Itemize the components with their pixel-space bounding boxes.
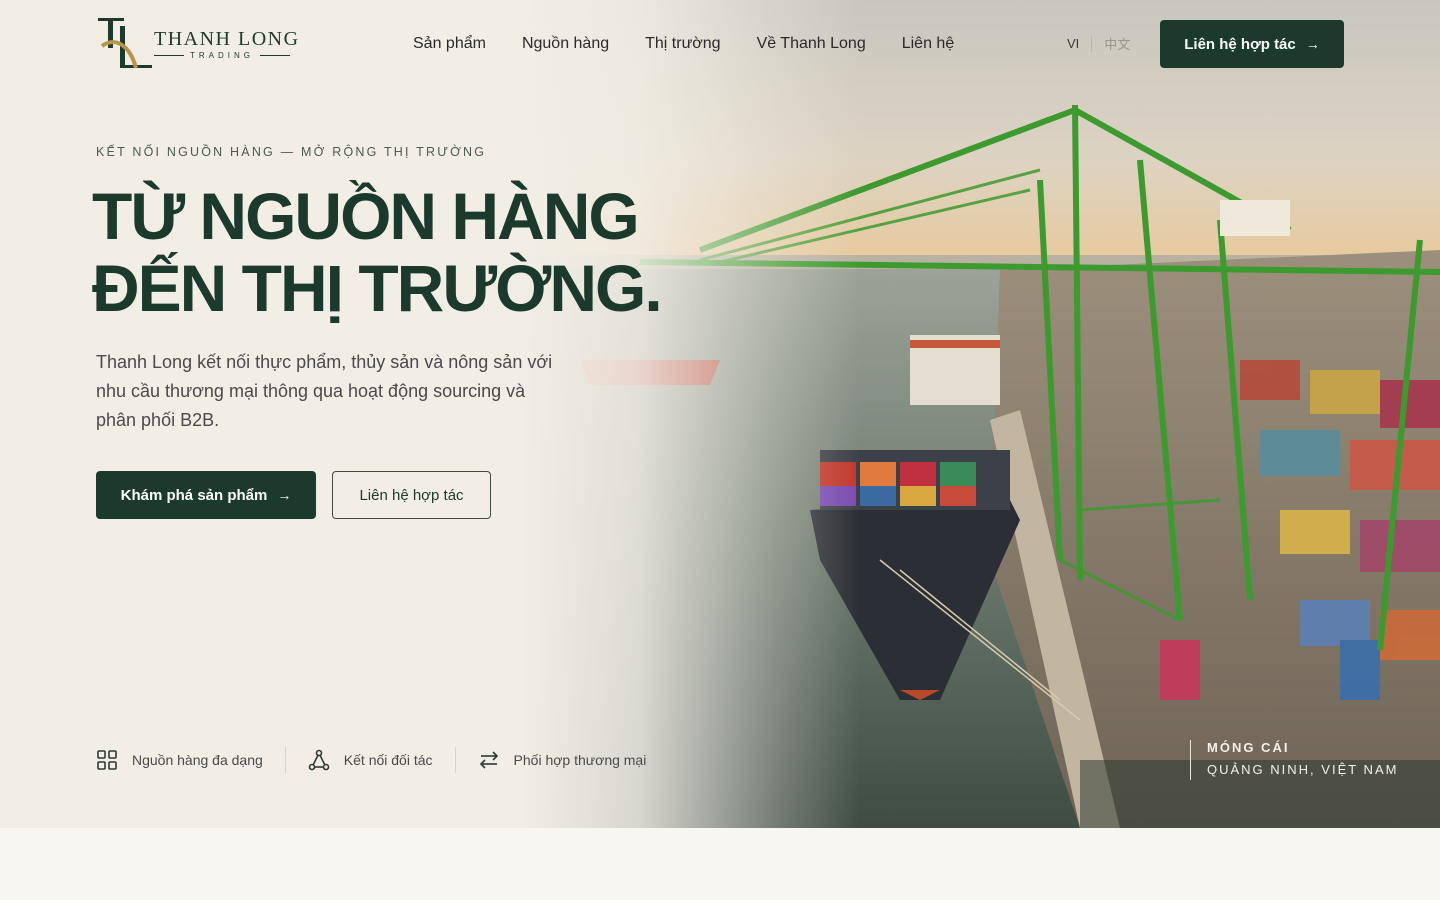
location-region: QUẢNG NINH, VIỆT NAM — [1207, 762, 1399, 777]
feature-list: Nguồn hàng đa dạng Kết nối đối tác Phối … — [96, 746, 646, 774]
arrow-right-icon: → — [1305, 36, 1320, 52]
next-section — [0, 828, 1440, 900]
network-icon — [308, 749, 330, 771]
main-nav: Sản phẩm Nguồn hàng Thị trường Về Thanh … — [413, 34, 990, 54]
brand-divider — [154, 54, 184, 56]
location-city: MÓNG CÁI — [1207, 740, 1290, 755]
explore-products-label: Khám phá sản phẩm — [120, 486, 268, 504]
hero-eyebrow: KẾT NỐI NGUỒN HÀNG — MỞ RỘNG THỊ TRƯỜNG — [96, 145, 487, 159]
swap-icon — [479, 751, 498, 769]
feature-item: Kết nối đối tác — [308, 746, 433, 774]
lang-zh[interactable]: 中文 — [1104, 34, 1130, 53]
feature-item: Nguồn hàng đa dạng — [96, 746, 263, 774]
feature-label: Kết nối đối tác — [343, 752, 433, 768]
hero-headline: TỪ NGUỒN HÀNG ĐẾN THỊ TRƯỜNG. — [92, 180, 712, 324]
header-contact-label: Liên hệ hợp tác — [1184, 35, 1296, 53]
nav-item-about[interactable]: Về Thanh Long — [757, 34, 866, 54]
feature-item: Phối hợp thương mại — [478, 746, 647, 774]
photo-fade-overlay — [520, 0, 860, 828]
brand-divider — [260, 54, 290, 56]
lang-vi[interactable]: VI — [1067, 36, 1079, 51]
nav-item-contact[interactable]: Liên hệ — [902, 34, 955, 54]
nav-item-products[interactable]: Sản phẩm — [413, 34, 486, 54]
explore-products-button[interactable]: Khám phá sản phẩm → — [96, 471, 316, 519]
hero-section: THANH LONG TRADING Sản phẩm Nguồn hàng T… — [0, 0, 1440, 828]
contact-partner-label: Liên hệ hợp tác — [359, 486, 464, 504]
feature-divider — [284, 747, 286, 773]
hero-cta-row: Khám phá sản phẩm → Liên hệ hợp tác — [96, 471, 491, 519]
feature-label: Phối hợp thương mại — [513, 752, 647, 768]
header-contact-button[interactable]: Liên hệ hợp tác → — [1160, 20, 1344, 68]
brand-logo[interactable]: THANH LONG TRADING — [96, 16, 306, 72]
language-switcher: VI 中文 — [1067, 34, 1130, 53]
brand-sub: TRADING — [190, 50, 254, 60]
lang-divider — [1091, 35, 1093, 52]
feature-label: Nguồn hàng đa dạng — [132, 752, 263, 768]
grid-icon — [97, 750, 117, 770]
brand-name: THANH LONG — [154, 27, 300, 50]
hero-lead: Thanh Long kết nối thực phẩm, thủy sản v… — [96, 352, 553, 430]
feature-divider — [454, 747, 456, 773]
headline-line-2: ĐẾN THỊ TRƯỜNG. — [92, 251, 663, 325]
nav-item-sources[interactable]: Nguồn hàng — [522, 34, 609, 54]
contact-partner-button[interactable]: Liên hệ hợp tác — [332, 471, 491, 519]
headline-line-1: TỪ NGUỒN HÀNG — [92, 179, 640, 253]
arrow-right-icon: → — [277, 487, 292, 503]
nav-item-markets[interactable]: Thị trường — [645, 34, 720, 54]
logo-mark-icon — [98, 18, 152, 69]
location-caption: MÓNG CÁI QUẢNG NINH, VIỆT NAM — [1190, 740, 1398, 780]
